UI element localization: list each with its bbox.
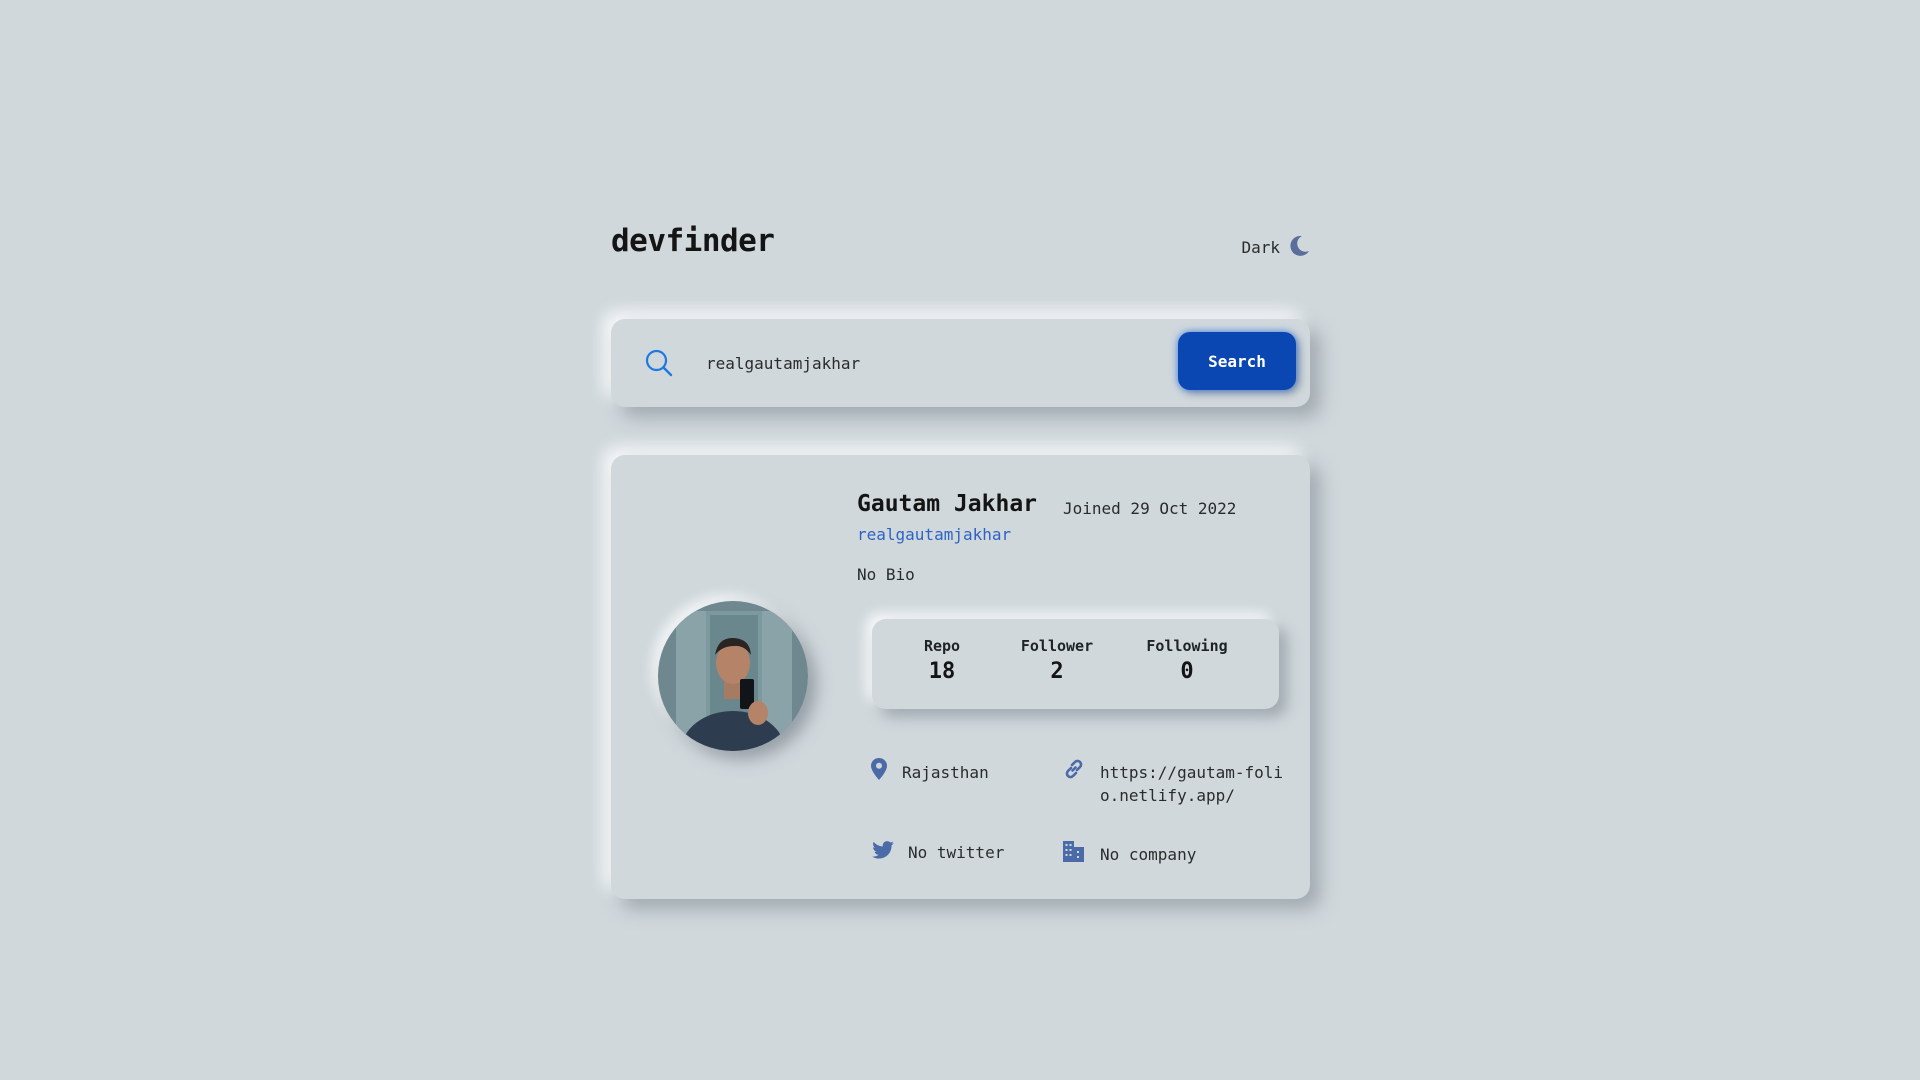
company-text: No company [1100, 845, 1197, 864]
stat-repo-value: 18 [928, 659, 956, 684]
stats-panel: Repo 18 Follower 2 Following 0 [872, 619, 1279, 709]
stat-follower: Follower 2 [1012, 637, 1102, 684]
stat-following-value: 0 [1180, 659, 1194, 684]
profile-username-link[interactable]: realgautamjakhar [857, 525, 1011, 544]
app-container: devfinder Dark Search [611, 223, 1310, 899]
link-icon [1063, 758, 1085, 784]
stat-follower-label: Follower [1020, 637, 1094, 655]
profile-card: Gautam Jakhar Joined 29 Oct 2022 realgau… [611, 455, 1310, 899]
profile-bio: No Bio [857, 565, 915, 584]
stat-follower-value: 2 [1050, 659, 1064, 684]
moon-icon [1290, 235, 1310, 257]
search-bar: Search [611, 319, 1310, 407]
location-pin-icon [871, 758, 887, 784]
company-building-icon [1063, 841, 1084, 866]
website-link[interactable]: https://gautam-folio.netlify.app/ [1100, 761, 1300, 807]
theme-toggle-button[interactable]: Dark [1241, 234, 1310, 257]
search-button[interactable]: Search [1178, 332, 1296, 390]
joined-date: Joined 29 Oct 2022 [1063, 499, 1237, 518]
twitter-icon [872, 841, 894, 863]
twitter-text: No twitter [908, 843, 1005, 862]
logo: devfinder [611, 223, 775, 259]
header: devfinder Dark [611, 223, 1310, 265]
profile-name: Gautam Jakhar [857, 491, 1038, 517]
stat-following-label: Following [1146, 637, 1228, 655]
stat-repo-label: Repo [923, 637, 961, 655]
avatar [658, 601, 808, 751]
theme-toggle-label: Dark [1241, 238, 1280, 257]
stat-following: Following 0 [1137, 637, 1237, 684]
stat-repo: Repo 18 [912, 637, 972, 684]
location-text: Rajasthan [902, 763, 989, 782]
search-input[interactable] [706, 343, 1146, 383]
search-icon [645, 349, 673, 381]
